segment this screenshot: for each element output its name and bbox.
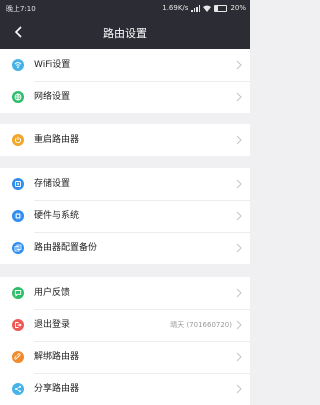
unbind-icon (12, 351, 24, 363)
settings-item-label: 网络设置 (34, 92, 71, 102)
settings-item-hardware[interactable]: 硬件与系统 (0, 200, 250, 232)
chevron-right-icon (236, 352, 242, 362)
battery-percent: 20% (230, 4, 246, 12)
chevron-right-icon (236, 243, 242, 253)
power-icon (12, 134, 24, 146)
settings-item-feedback[interactable]: 用户反馈 (0, 277, 250, 309)
status-bar: 晚上7:10 1.69K/s 20% (0, 0, 250, 16)
settings-item-label: 路由器配置备份 (34, 243, 98, 253)
chevron-right-icon (236, 211, 242, 221)
chevron-right-icon (236, 320, 242, 330)
settings-item-wifi[interactable]: WiFi设置 (0, 49, 250, 81)
settings-item-label: 硬件与系统 (34, 211, 80, 221)
chevron-right-icon (236, 288, 242, 298)
settings-item-label: 退出登录 (34, 320, 71, 330)
share-icon (12, 383, 24, 395)
network-speed: 1.69K/s (162, 4, 189, 12)
settings-item-logout[interactable]: 退出登录 晴天 (701660720) (0, 309, 250, 341)
settings-item-label: 存储设置 (34, 179, 71, 189)
settings-group-network: WiFi设置 网络设置 (0, 49, 250, 113)
chevron-right-icon (236, 92, 242, 102)
wifi-icon (12, 59, 24, 71)
backup-icon (12, 242, 24, 254)
hardware-icon (12, 210, 24, 222)
logged-in-account: 晴天 (701660720) (170, 321, 232, 329)
settings-item-storage[interactable]: 存储设置 (0, 168, 250, 200)
settings-item-share[interactable]: 分享路由器 (0, 373, 250, 405)
settings-item-label: 重启路由器 (34, 135, 80, 145)
cell-signal-icon (191, 4, 201, 12)
chevron-right-icon (236, 384, 242, 394)
settings-group-account: 用户反馈 退出登录 晴天 (701660720) 解绑路由器 分享路由器 (0, 277, 250, 405)
storage-icon (12, 178, 24, 190)
settings-item-backup[interactable]: 路由器配置备份 (0, 232, 250, 264)
status-time: 晚上7:10 (6, 5, 36, 13)
battery-icon (214, 4, 228, 12)
chevron-right-icon (236, 135, 242, 145)
chevron-right-icon (236, 179, 242, 189)
settings-group-system: 存储设置 硬件与系统 路由器配置备份 (0, 168, 250, 264)
settings-item-label: 分享路由器 (34, 384, 80, 394)
page-title: 路由设置 (103, 27, 147, 40)
settings-item-unbind[interactable]: 解绑路由器 (0, 341, 250, 373)
chevron-right-icon (236, 60, 242, 70)
settings-item-network[interactable]: 网络设置 (0, 81, 250, 113)
settings-item-label: WiFi设置 (34, 60, 71, 70)
settings-item-label: 用户反馈 (34, 288, 71, 298)
feedback-icon (12, 287, 24, 299)
logout-icon (12, 319, 24, 331)
wifi-status-icon (203, 5, 212, 12)
settings-item-label: 解绑路由器 (34, 352, 80, 362)
settings-item-restart[interactable]: 重启路由器 (0, 124, 250, 156)
nav-bar: 路由设置 (0, 16, 250, 48)
settings-group-restart: 重启路由器 (0, 124, 250, 156)
globe-icon (12, 91, 24, 103)
